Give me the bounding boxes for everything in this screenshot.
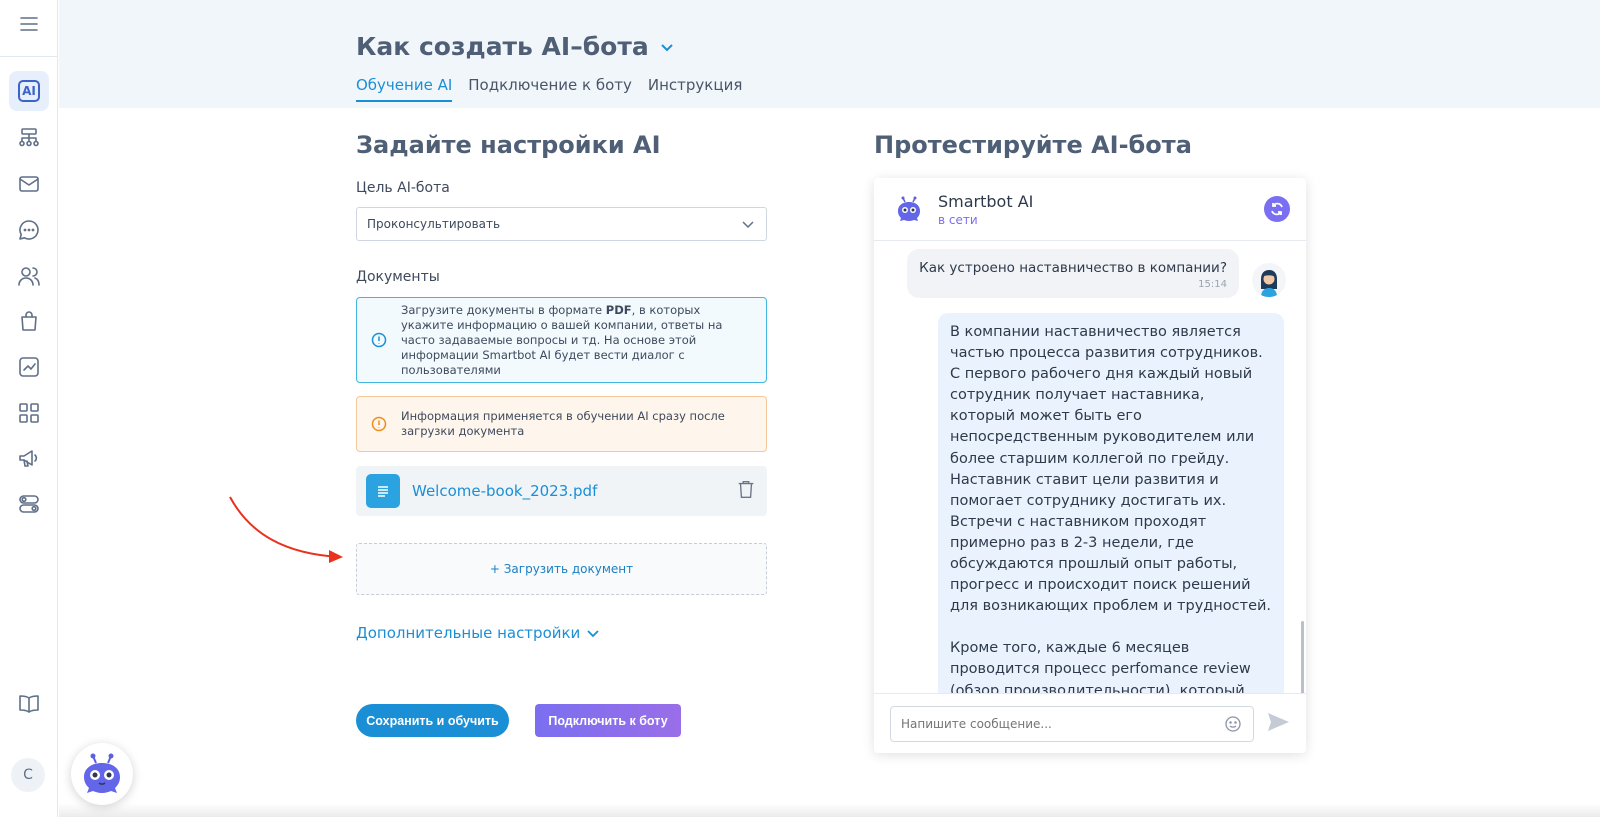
send-button[interactable] (1266, 710, 1290, 738)
menu-button[interactable] (9, 4, 49, 44)
goal-select[interactable]: Проконсультировать (356, 207, 767, 241)
emoji-icon (1225, 716, 1241, 732)
emoji-button[interactable] (1224, 715, 1242, 733)
user-avatar[interactable]: C (11, 758, 45, 792)
user-message-text: Как устроено наставничество в компании? (919, 260, 1227, 276)
sidebar-divider (0, 56, 58, 57)
documents-label: Документы (356, 269, 440, 285)
megaphone-icon (19, 450, 38, 467)
tab-ai-training[interactable]: Обучение AI (356, 76, 453, 102)
sidebar-item-ai[interactable]: AI (9, 71, 49, 111)
header (59, 0, 1600, 108)
bot-avatar-icon (898, 196, 920, 221)
warning-text: Информация применяется в обучении AI сра… (401, 409, 725, 438)
pointer-arrow (229, 496, 343, 563)
book-icon (19, 695, 39, 713)
goal-select-value: Проконсультировать (367, 217, 501, 231)
mail-icon (19, 176, 39, 192)
delete-file-button[interactable] (735, 478, 757, 504)
message-time: 15:14 (1198, 279, 1227, 290)
connect-to-bot-button[interactable]: Подключить к боту (535, 704, 681, 737)
page-title-text: Как создать AI–бота (356, 32, 649, 61)
bottom-shadow (59, 803, 1600, 817)
chat-title: Smartbot AI в сети (938, 192, 1033, 227)
sidebar-item-apps[interactable] (9, 393, 49, 433)
user-message: Как устроено наставничество в компании? … (907, 249, 1239, 298)
bot-message-paragraph-1: В компании наставничество является часть… (950, 324, 1272, 615)
refresh-icon (1271, 202, 1283, 216)
bag-icon (21, 311, 37, 331)
advanced-settings-label: Дополнительные настройки (356, 624, 581, 642)
document-icon (366, 474, 400, 508)
sitemap-icon (19, 128, 39, 147)
page-title[interactable]: Как создать AI–бота (356, 32, 675, 61)
tab-bar: Обучение AI Подключение к боту Инструкци… (356, 76, 742, 102)
chevron-down-icon (660, 43, 673, 51)
bot-name: Smartbot AI (938, 191, 1034, 211)
info-notice: Загрузите документы в формате PDF, в кот… (356, 297, 767, 383)
settings-heading: Задайте настройки AI (356, 131, 661, 159)
sidebar-item-mailing[interactable] (9, 164, 49, 204)
bot-status: в сети (938, 212, 978, 227)
ai-icon: AI (18, 80, 40, 102)
chat-icon (19, 220, 39, 240)
trash-icon (738, 480, 754, 498)
chat-header: Smartbot AI в сети (874, 178, 1306, 241)
grid-icon (19, 403, 39, 423)
users-icon (18, 267, 40, 286)
test-heading: Протестируйте AI-бота (874, 131, 1192, 159)
upload-document-button[interactable]: + Загрузить документ (356, 543, 767, 595)
sidebar-item-knowledge[interactable] (9, 684, 49, 724)
info-text: Загрузите документы в формате PDF, в кот… (401, 302, 723, 377)
floating-assistant-button[interactable] (71, 743, 133, 805)
toggles-icon (19, 495, 39, 513)
sidebar-item-users[interactable] (9, 256, 49, 296)
message-input[interactable] (890, 705, 1254, 742)
tab-bot-connection[interactable]: Подключение к боту (468, 76, 632, 102)
sidebar-item-integrations[interactable] (9, 484, 49, 524)
sidebar-item-promo[interactable] (9, 438, 49, 478)
tab-instruction[interactable]: Инструкция (648, 76, 742, 102)
menu-icon (20, 17, 38, 31)
sidebar-item-shop[interactable] (9, 301, 49, 341)
chat-messages[interactable]: Как устроено наставничество в компании? … (874, 241, 1306, 693)
warning-icon (371, 416, 387, 432)
sidebar-item-analytics[interactable] (9, 347, 49, 387)
chat-scrollbar[interactable] (1301, 621, 1304, 693)
send-icon (1268, 712, 1289, 731)
bot-message-paragraph-2: Кроме того, каждые 6 месяцев проводится … (950, 640, 1251, 693)
info-icon (371, 332, 387, 348)
chat-composer (874, 693, 1306, 753)
file-name-link[interactable]: Welcome-book_2023.pdf (412, 482, 735, 500)
chat-widget: Smartbot AI в сети Как устроено наставни… (874, 178, 1306, 753)
sidebar: AI C (0, 0, 58, 817)
sidebar-item-chats[interactable] (9, 210, 49, 250)
analytics-icon (19, 357, 39, 377)
sidebar-item-scenarios[interactable] (9, 118, 49, 158)
user-avatar-icon (1252, 263, 1286, 297)
chevron-down-icon (587, 630, 599, 638)
advanced-settings-toggle[interactable]: Дополнительные настройки (356, 624, 600, 642)
save-and-train-button[interactable]: Сохранить и обучить (356, 704, 509, 737)
bot-message: В компании наставничество является часть… (938, 313, 1284, 693)
refresh-chat-button[interactable] (1264, 196, 1290, 222)
uploaded-file: Welcome-book_2023.pdf (356, 466, 767, 516)
goal-label: Цель AI-бота (356, 180, 450, 196)
bot-mascot-icon (84, 753, 120, 793)
chevron-down-icon (742, 221, 754, 229)
warning-notice: Информация применяется в обучении AI сра… (356, 396, 767, 452)
